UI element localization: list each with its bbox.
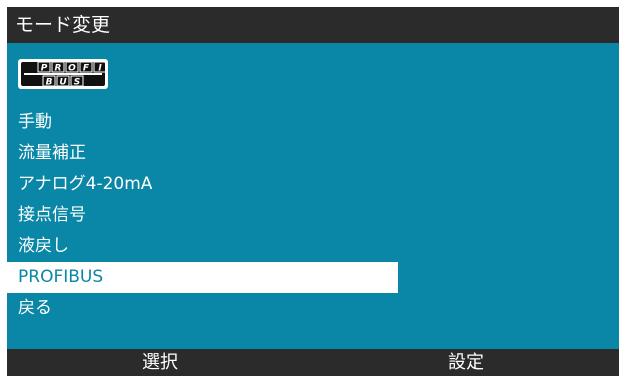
menu-item[interactable]: 接点信号 [7,200,398,231]
logo-letter: F [83,64,90,74]
profibus-logo: PROFI BUS [18,59,108,89]
menu-item[interactable]: 戻る [7,293,398,324]
mode-menu: 手動 流量補正 アナログ4-20mA 接点信号 液戻し PROFIBUS 戻る [7,107,619,324]
logo-letter: O [68,64,76,74]
logo-letter: S [74,78,80,88]
menu-item[interactable]: 液戻し [7,231,398,262]
set-softkey[interactable]: 設定 [313,349,619,376]
title-bar: モード変更 [7,7,619,43]
softkey-bar: 選択 設定 [7,349,619,376]
logo-letter: P [41,64,48,74]
select-softkey[interactable]: 選択 [7,349,313,376]
device-screen: モード変更 PROFI BUS 手動 流量補正 アナログ4-20mA 接点信号 液戻し P… [7,7,619,376]
logo-letter: R [55,64,62,74]
menu-item[interactable]: PROFIBUS [7,262,398,293]
logo-letter: U [59,78,67,88]
page-title: モード変更 [15,14,111,36]
menu-item[interactable]: アナログ4-20mA [7,169,398,200]
menu-item[interactable]: 流量補正 [7,138,398,169]
logo-letter: B [46,78,53,88]
menu-item[interactable]: 手動 [7,107,398,138]
logo-bottom-letters: BUS [42,75,84,88]
